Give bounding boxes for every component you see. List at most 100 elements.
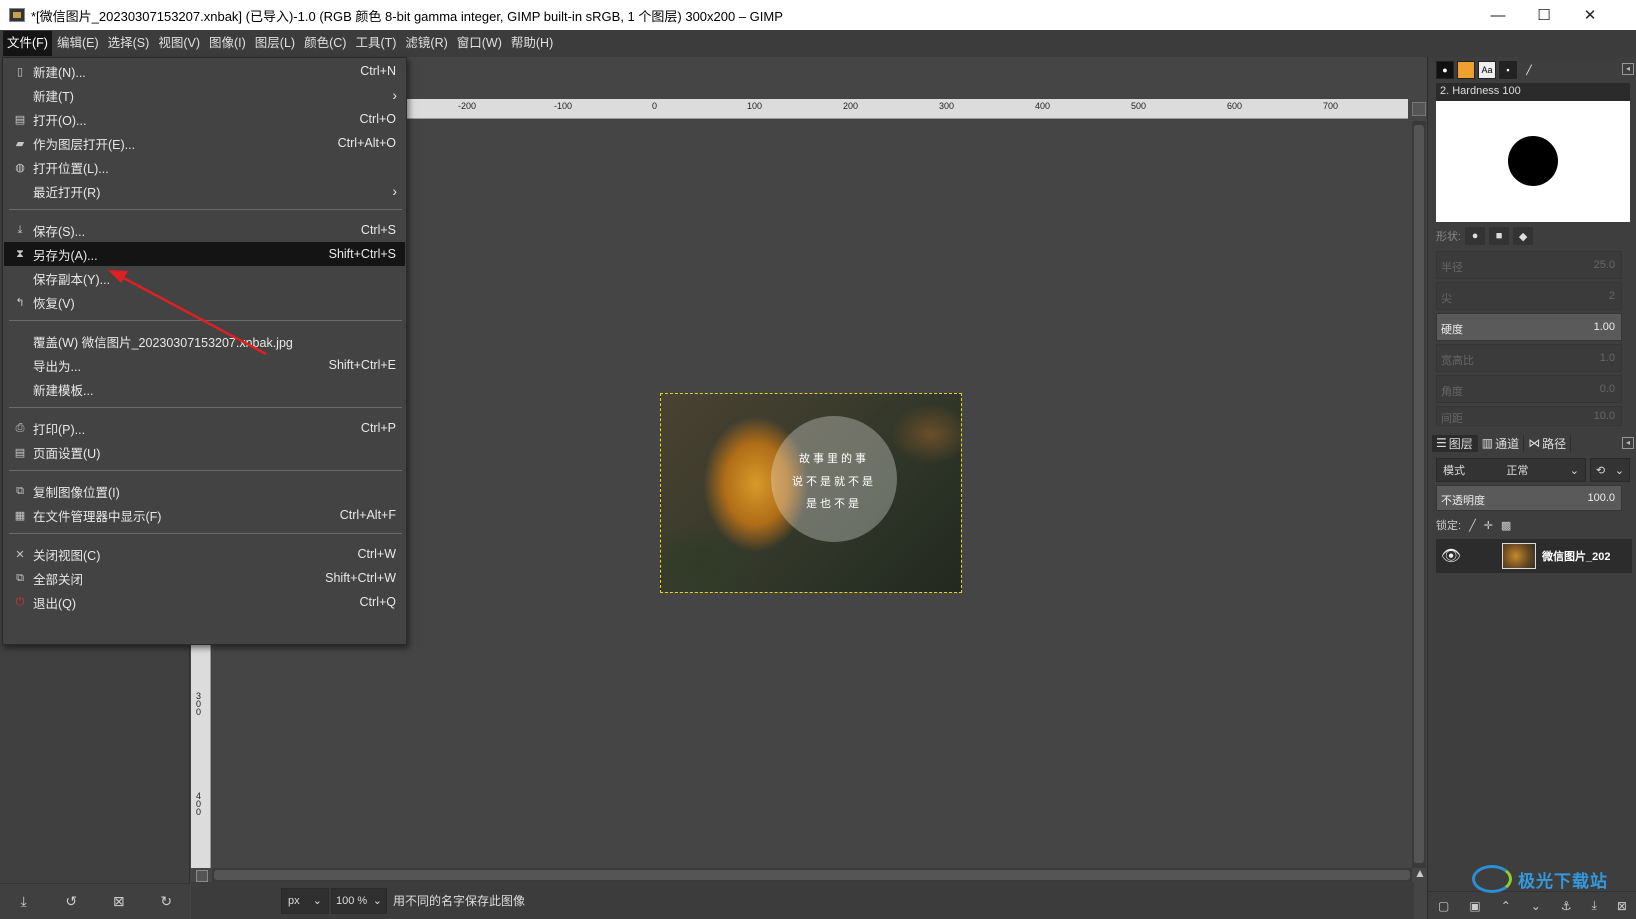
scrollbar-thumb[interactable] [214, 870, 1410, 880]
square-shape-icon[interactable]: ■ [1489, 227, 1510, 245]
menu-item-save[interactable]: ⤓ 保存(S)... Ctrl+S [4, 218, 405, 242]
circle-shape-icon[interactable]: ● [1465, 227, 1486, 245]
fonts-tab-icon[interactable]: Aa [1478, 61, 1496, 79]
tab-paths[interactable]: ⋈ 路径 [1524, 434, 1572, 452]
layer-name[interactable]: 微信图片_202 [1542, 548, 1610, 564]
patterns-tab-icon[interactable] [1457, 61, 1475, 79]
slider-label: 半径 [1441, 262, 1463, 274]
maximize-button[interactable]: ☐ [1521, 0, 1567, 30]
menu-item-new-template[interactable]: 新建(T) › [4, 83, 405, 107]
diamond-shape-icon[interactable]: ◆ [1513, 227, 1534, 245]
quick-mask-toggle[interactable] [196, 870, 208, 882]
scrollbar-thumb[interactable] [1414, 125, 1424, 863]
ruler-label: -100 [554, 101, 573, 111]
merge-layer-icon[interactable]: ⤓ [1592, 898, 1597, 913]
lower-layer-icon[interactable]: ⌄ [1531, 899, 1541, 913]
navigate-corner-button[interactable] [1412, 102, 1426, 116]
unit-select[interactable]: px ⌄ [281, 887, 329, 914]
menu-help[interactable]: 帮助(H) [507, 31, 557, 56]
toolbox-bottom-bar: ⤓ ↺ ⊠ ↻ [0, 883, 190, 919]
vertical-scrollbar[interactable] [1412, 121, 1426, 868]
save-tool-preset-icon[interactable]: ⤓ [13, 891, 35, 913]
status-bar: px ⌄ 100 % ⌄ 用不同的名字保存此图像 [191, 882, 1414, 919]
menu-item-open[interactable]: ▤ 打开(O)... Ctrl+O [4, 107, 405, 131]
gimp-app-icon [9, 8, 25, 22]
menu-edit[interactable]: 编辑(E) [53, 31, 103, 56]
menu-separator [9, 470, 402, 471]
menu-item-save-as[interactable]: ⧗ 另存为(A)... Shift+Ctrl+S [4, 242, 405, 266]
raise-layer-icon[interactable]: ⌃ [1501, 899, 1511, 913]
reset-tool-options-icon[interactable]: ↻ [155, 891, 177, 913]
menu-windows[interactable]: 窗口(W) [453, 31, 506, 56]
canvas-image[interactable]: 故事里的事 说不是就不是 是也不是 [660, 393, 962, 593]
menu-item-page-setup[interactable]: ▤ 页面设置(U) [4, 440, 405, 464]
menu-item-shortcut: Ctrl+Alt+F [339, 508, 396, 522]
spacing-slider[interactable]: 间距 10.0 [1436, 406, 1622, 426]
menu-item-show-in-file-manager[interactable]: ▦ 在文件管理器中显示(F) Ctrl+Alt+F [4, 503, 405, 527]
menu-colors[interactable]: 颜色(C) [300, 31, 350, 56]
menu-filters[interactable]: 滤镜(R) [401, 31, 451, 56]
zoom-image-arrow-icon[interactable]: ▲ [1413, 866, 1427, 882]
menu-item-open-as-layers[interactable]: ▰ 作为图层打开(E)... Ctrl+Alt+O [4, 131, 405, 155]
menu-item-quit[interactable]: ⏻ 退出(Q) Ctrl+Q [4, 590, 405, 614]
menu-item-revert[interactable]: ↰ 恢复(V) [4, 290, 405, 314]
radius-slider[interactable]: 半径 25.0 [1436, 251, 1622, 279]
tab-label: 通道 [1495, 436, 1520, 451]
menu-item-print[interactable]: ⎙ 打印(P)... Ctrl+P [4, 416, 405, 440]
layer-row[interactable]: 👁 微信图片_202 [1436, 539, 1632, 573]
minimize-button[interactable]: — [1475, 0, 1521, 30]
new-layer-group-icon[interactable]: ▣ [1469, 899, 1480, 913]
brush-preview[interactable] [1436, 101, 1630, 222]
menu-tools[interactable]: 工具(T) [351, 31, 400, 56]
new-layer-icon[interactable]: ▢ [1438, 899, 1449, 913]
menu-item-copy-location[interactable]: ⧉ 复制图像位置(I) [4, 479, 405, 503]
close-button[interactable]: ✕ [1567, 0, 1613, 30]
vertical-ruler[interactable]: 300 400 [191, 640, 211, 868]
horizontal-scrollbar[interactable] [212, 868, 1412, 882]
menu-item-label: 导出为... [33, 359, 81, 374]
menu-item-save-copy[interactable]: 保存副本(Y)... [4, 266, 405, 290]
anchor-layer-icon[interactable]: ⚓ [1561, 899, 1572, 913]
tab-channels[interactable]: ▥ 通道 [1478, 434, 1525, 452]
menu-item-overwrite[interactable]: 覆盖(W) 微信图片_20230307153207.xnbak.jpg [4, 329, 405, 353]
menu-item-close-all[interactable]: ⧉ 全部关闭 Shift+Ctrl+W [4, 566, 405, 590]
file-manager-icon: ▦ [14, 509, 26, 522]
menu-item-open-location[interactable]: ◍ 打开位置(L)... [4, 155, 405, 179]
angle-slider[interactable]: 角度 0.0 [1436, 375, 1622, 403]
menu-file[interactable]: 文件(F) [3, 31, 52, 56]
dock-menu-icon[interactable]: ◂ [1622, 437, 1634, 449]
tab-layers[interactable]: ☰ 图层 [1432, 434, 1478, 452]
menu-view[interactable]: 视图(V) [154, 31, 204, 56]
paint-dynamics-tab-icon[interactable]: ╱ [1520, 61, 1538, 79]
menu-item-create-template[interactable]: 新建模板... [4, 377, 405, 401]
visibility-eye-icon[interactable]: 👁 [1436, 546, 1466, 566]
gradients-tab-icon[interactable]: ▪ [1499, 61, 1517, 79]
spikes-slider[interactable]: 尖2 [1436, 282, 1622, 310]
menu-select[interactable]: 选择(S) [104, 31, 154, 56]
menu-item-close-view[interactable]: ✕ 关闭视图(C) Ctrl+W [4, 542, 405, 566]
menu-layer[interactable]: 图层(L) [251, 31, 299, 56]
lock-row: 锁定: ╱ ✛ ▩ [1436, 515, 1632, 535]
horizontal-ruler[interactable]: -200 -100 0 100 200 300 400 500 600 700 [402, 99, 1408, 119]
aspect-ratio-slider[interactable]: 宽高比 1.0 [1436, 344, 1622, 372]
composite-mode-select[interactable]: ⟲ ⌄ [1590, 458, 1630, 482]
hardness-slider[interactable]: 硬度 1.00 [1436, 313, 1622, 341]
brushes-tab-icon[interactable]: ● [1436, 61, 1454, 79]
menu-item-new[interactable]: ▯ 新建(N)... Ctrl+N [4, 59, 405, 83]
lock-alpha-icon[interactable]: ▩ [1501, 519, 1511, 532]
restore-tool-preset-icon[interactable]: ↺ [60, 891, 82, 913]
lock-pixels-icon[interactable]: ╱ [1469, 519, 1476, 532]
delete-tool-preset-icon[interactable]: ⊠ [108, 891, 130, 913]
delete-layer-icon[interactable]: ⊠ [1617, 899, 1627, 913]
menu-item-export-as[interactable]: 导出为... Shift+Ctrl+E [4, 353, 405, 377]
menu-item-open-recent[interactable]: 最近打开(R) › [4, 179, 405, 203]
dock-menu-icon[interactable]: ◂ [1622, 63, 1634, 75]
menu-image[interactable]: 图像(I) [205, 31, 250, 56]
zoom-select[interactable]: 100 % ⌄ [331, 887, 387, 914]
menu-separator [9, 533, 402, 534]
menu-item-label: 页面设置(U) [33, 446, 101, 461]
lock-position-icon[interactable]: ✛ [1484, 519, 1493, 532]
opacity-slider[interactable]: 不透明度 100.0 [1436, 485, 1622, 511]
menu-item-label: 保存副本(Y)... [33, 272, 111, 287]
layer-mode-select[interactable]: 模式 正常 ⌄ [1436, 458, 1586, 482]
